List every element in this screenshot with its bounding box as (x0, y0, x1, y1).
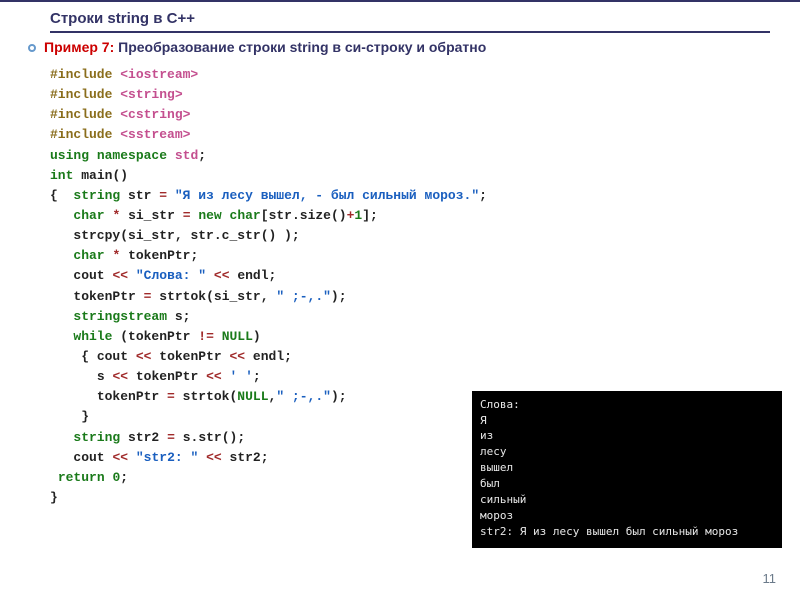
example-label: Пример 7: (44, 39, 118, 55)
example-line: Пример 7: Преобразование строки string в… (28, 39, 800, 57)
bullet-icon (28, 44, 36, 52)
slide-title: Строки string в С++ (50, 10, 770, 33)
example-text: Преобразование строки string в си-строку… (118, 39, 486, 55)
page-number: 11 (763, 571, 777, 586)
console-output: Слова: Я из лесу вышел был сильный мороз… (472, 391, 782, 548)
